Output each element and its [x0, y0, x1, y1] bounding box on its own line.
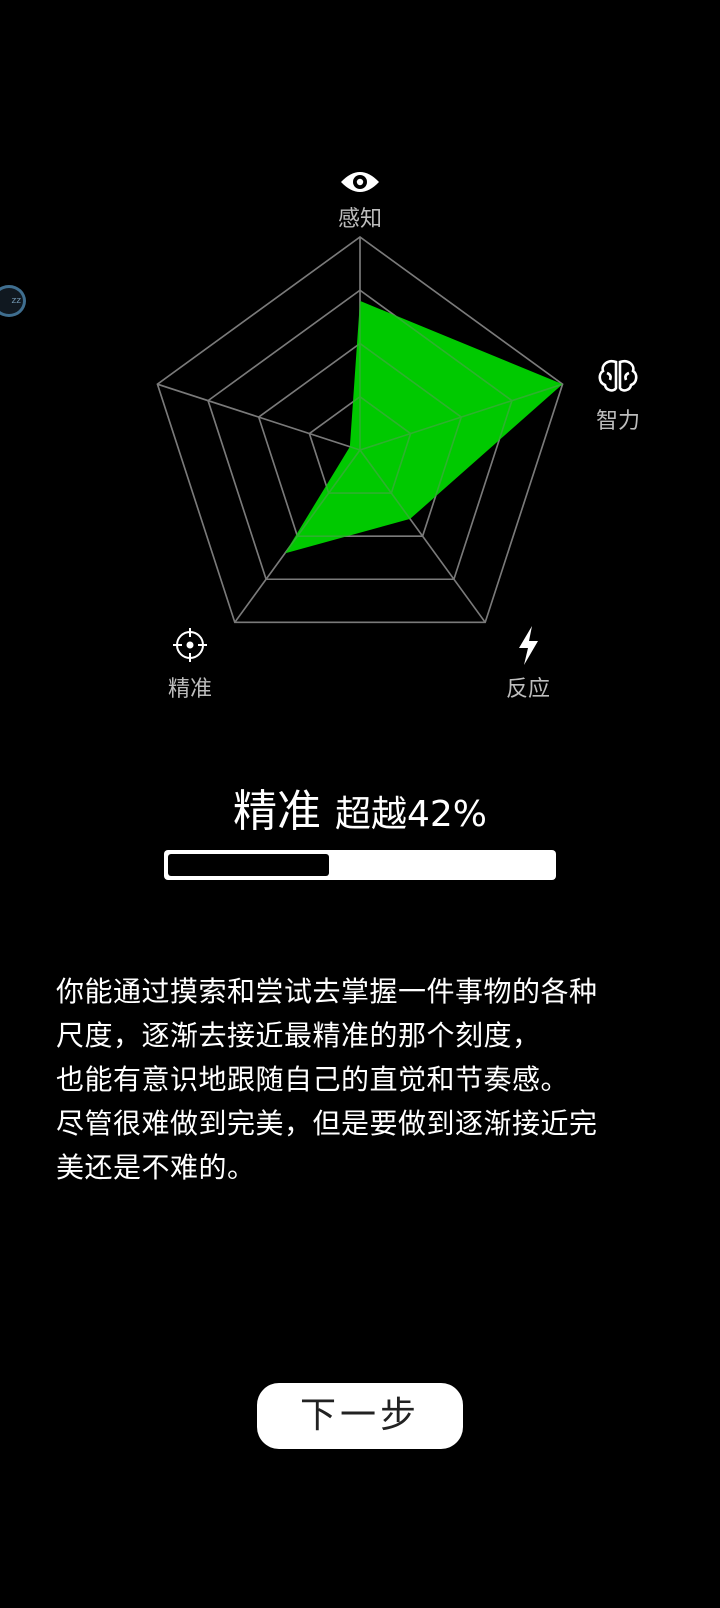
brain-icon — [598, 359, 638, 392]
description-line: 美还是不难的。 — [56, 1151, 256, 1184]
description-line: 尺度，逐渐去接近最精准的那个刻度， — [56, 1019, 541, 1052]
ability-radar-chart: 感知智力反应 精准 — [156, 172, 640, 702]
radar-spoke — [157, 383, 361, 451]
badge-text: zz — [11, 296, 21, 306]
radar-axis-label: 反应 — [506, 677, 550, 702]
score-percentile: 超越42% — [334, 794, 488, 835]
score-ability-name: 精准 — [232, 786, 321, 837]
description-text: 你能通过摸索和尝试去掌握一件事物的各种 尺度，逐渐去接近最精准的那个刻度， 也能… — [56, 970, 656, 1190]
radar-axis-label: 智力 — [596, 409, 640, 434]
eye-icon — [341, 172, 379, 192]
radar-axis-label: 感知 — [338, 207, 382, 232]
description-line: 尽管很难做到完美，但是要做到逐渐接近完 — [56, 1107, 598, 1140]
score-progress-fill — [168, 854, 329, 876]
description-line: 你能通过摸索和尝试去掌握一件事物的各种 — [56, 975, 598, 1008]
crosshair-icon — [173, 628, 207, 662]
description-line: 也能有意识地跟随自己的直觉和节奏感。 — [56, 1063, 570, 1096]
radar-grid-overlay — [156, 236, 564, 624]
radar-data-area — [284, 300, 563, 554]
lightning-icon — [519, 626, 538, 665]
next-step-button[interactable]: 下一步 — [257, 1383, 463, 1449]
score-progress-bar — [164, 850, 556, 880]
radar-axis-label: 精准 — [168, 677, 212, 702]
score-summary: 精准 超越42% — [0, 775, 720, 839]
